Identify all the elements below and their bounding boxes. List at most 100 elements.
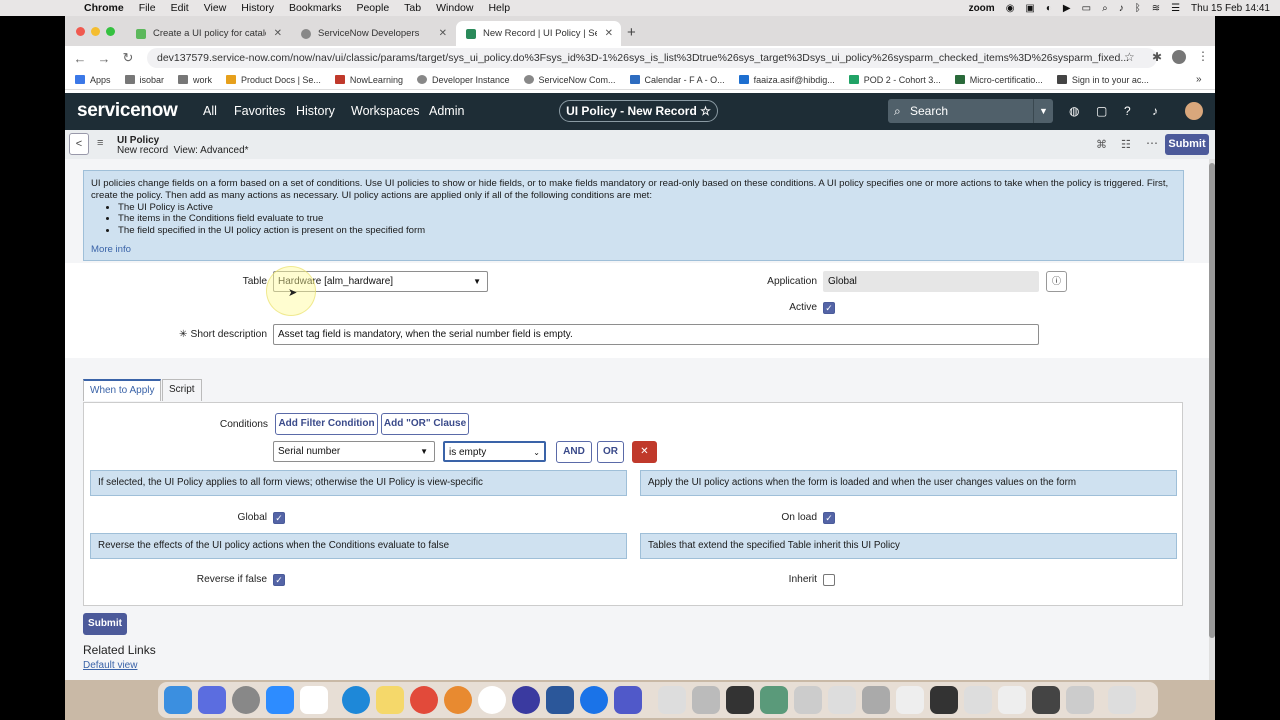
bookmark[interactable]: Calendar - F A - O... [629,75,725,85]
menu-help[interactable]: Help [488,2,510,14]
nav-workspaces[interactable]: Workspaces [351,104,420,118]
submit-button-bottom[interactable]: Submit [83,613,127,635]
browser-tab[interactable]: ServiceNow Developers ✕ [291,21,455,46]
attachment-icon[interactable]: ⌘ [1096,138,1107,151]
more-info-link[interactable]: More info [91,244,1176,256]
tab-script[interactable]: Script [162,379,202,401]
nav-admin[interactable]: Admin [429,104,464,118]
condition-field-select[interactable]: Serial number ▼ [273,441,435,462]
bookmark[interactable]: POD 2 - Cohort 3... [848,75,941,85]
zoom-icon[interactable] [266,686,294,714]
or-button[interactable]: OR [597,441,624,463]
status-icon-1[interactable]: ◉ [1006,3,1015,14]
condition-operator-select[interactable]: is empty ⌄ [443,441,546,462]
wifi-icon[interactable]: ≋ [1152,3,1160,14]
reverse-checkbox[interactable]: ✓ [273,574,285,586]
clock-icon[interactable] [478,686,506,714]
avatar[interactable] [1185,102,1203,120]
bookmark[interactable]: Micro-certificatio... [954,75,1043,85]
close-icon[interactable]: ✕ [605,28,613,39]
nav-history[interactable]: History [296,104,335,118]
bookmark-folder[interactable]: isobar [124,75,164,85]
new-tab-button[interactable]: + [627,24,636,41]
info-icon[interactable]: ⓘ [1046,271,1067,292]
edge-icon[interactable] [342,686,370,714]
bookmark[interactable]: faaiza.asif@hibdig... [738,75,835,85]
menu-window[interactable]: Window [436,2,473,14]
menu-tab[interactable]: Tab [404,2,421,14]
window-thumbnail[interactable] [930,686,958,714]
add-or-clause-button[interactable]: Add "OR" Clause [381,413,469,435]
nav-favorites[interactable]: Favorites [234,104,285,118]
menu-people[interactable]: People [356,2,389,14]
window-thumbnail[interactable] [862,686,890,714]
window-thumbnail[interactable] [1066,686,1094,714]
inherit-checkbox[interactable] [823,574,835,586]
browser-tab[interactable]: Create a UI policy for catalog it ✕ [126,21,290,46]
freeform-icon[interactable] [300,686,328,714]
menu-history[interactable]: History [241,2,274,14]
bookmarks-overflow-icon[interactable]: » [1196,74,1202,85]
minimize-window-button[interactable] [91,27,100,36]
globe-icon[interactable]: ◍ [1069,104,1079,118]
star-icon[interactable]: ☆ [1124,50,1135,64]
settings-icon[interactable]: ☷ [1121,138,1131,151]
app-icon[interactable] [444,686,472,714]
menu-file[interactable]: File [139,2,156,14]
datetime[interactable]: Thu 15 Feb 14:41 [1191,3,1270,14]
short-description-input[interactable]: Asset tag field is mandatory, when the s… [273,324,1039,345]
extensions-icon[interactable]: ✱ [1152,50,1162,64]
bookmark-folder[interactable]: work [178,75,212,85]
window-thumbnail[interactable] [896,686,924,714]
window-thumbnail[interactable] [828,686,856,714]
window-thumbnail[interactable] [964,686,992,714]
app-icon[interactable] [512,686,540,714]
bookmark-apps[interactable]: Apps [75,75,111,85]
reload-icon[interactable]: ↻ [119,50,137,66]
app-icon[interactable] [580,686,608,714]
volume-icon[interactable]: ♪ [1119,3,1124,14]
context-pill[interactable]: UI Policy - New Record ☆ [559,100,718,122]
close-icon[interactable]: ✕ [274,28,282,39]
window-thumbnail[interactable] [794,686,822,714]
window-thumbnail[interactable] [658,686,686,714]
close-window-button[interactable] [76,27,85,36]
trash-icon[interactable] [1108,686,1136,714]
back-arrow-icon[interactable]: ← [71,51,89,66]
help-icon[interactable]: ? [1124,104,1131,118]
submit-button[interactable]: Submit [1165,134,1209,155]
delete-condition-button[interactable]: ✕ [632,441,657,463]
global-search-input[interactable]: ⌕ Search [888,99,1033,123]
more-icon[interactable]: ⋮ [1197,49,1209,63]
hamburger-icon[interactable]: ≡ [97,137,103,149]
play-icon[interactable]: ▶ [1063,3,1071,14]
default-view-link[interactable]: Default view [83,660,137,671]
back-button[interactable]: < [69,133,89,155]
url-bar[interactable]: dev137579.service-now.com/now/nav/ui/cla… [147,48,1157,68]
bell-icon[interactable]: ♪ [1152,104,1158,118]
word-icon[interactable] [546,686,574,714]
nav-all[interactable]: All [203,104,217,118]
settings-icon[interactable] [232,686,260,714]
servicenow-logo[interactable]: servicenow [77,100,178,122]
search-icon[interactable]: ⌕ [1102,3,1108,14]
bookmark[interactable]: Sign in to your ac... [1056,75,1149,85]
finder-icon[interactable] [164,686,192,714]
bookmark[interactable]: Developer Instance [416,75,510,85]
browser-tab-active[interactable]: New Record | UI Policy | Servic ✕ [456,21,621,46]
menu-view[interactable]: View [204,2,227,14]
teams-icon[interactable] [614,686,642,714]
forward-arrow-icon[interactable]: → [95,51,113,66]
and-button[interactable]: AND [556,441,592,463]
window-thumbnail[interactable] [692,686,720,714]
window-thumbnail[interactable] [1032,686,1060,714]
chrome-icon[interactable] [410,686,438,714]
status-icon-2[interactable]: ▣ [1025,3,1034,14]
bookmark[interactable]: Product Docs | Se... [226,75,321,85]
menu-edit[interactable]: Edit [171,2,189,14]
scrollbar[interactable] [1209,159,1215,680]
scrollbar-thumb[interactable] [1209,163,1215,638]
active-checkbox[interactable]: ✓ [823,302,835,314]
battery-icon[interactable]: ▭ [1082,3,1091,14]
menu-app[interactable]: Chrome [84,2,124,14]
